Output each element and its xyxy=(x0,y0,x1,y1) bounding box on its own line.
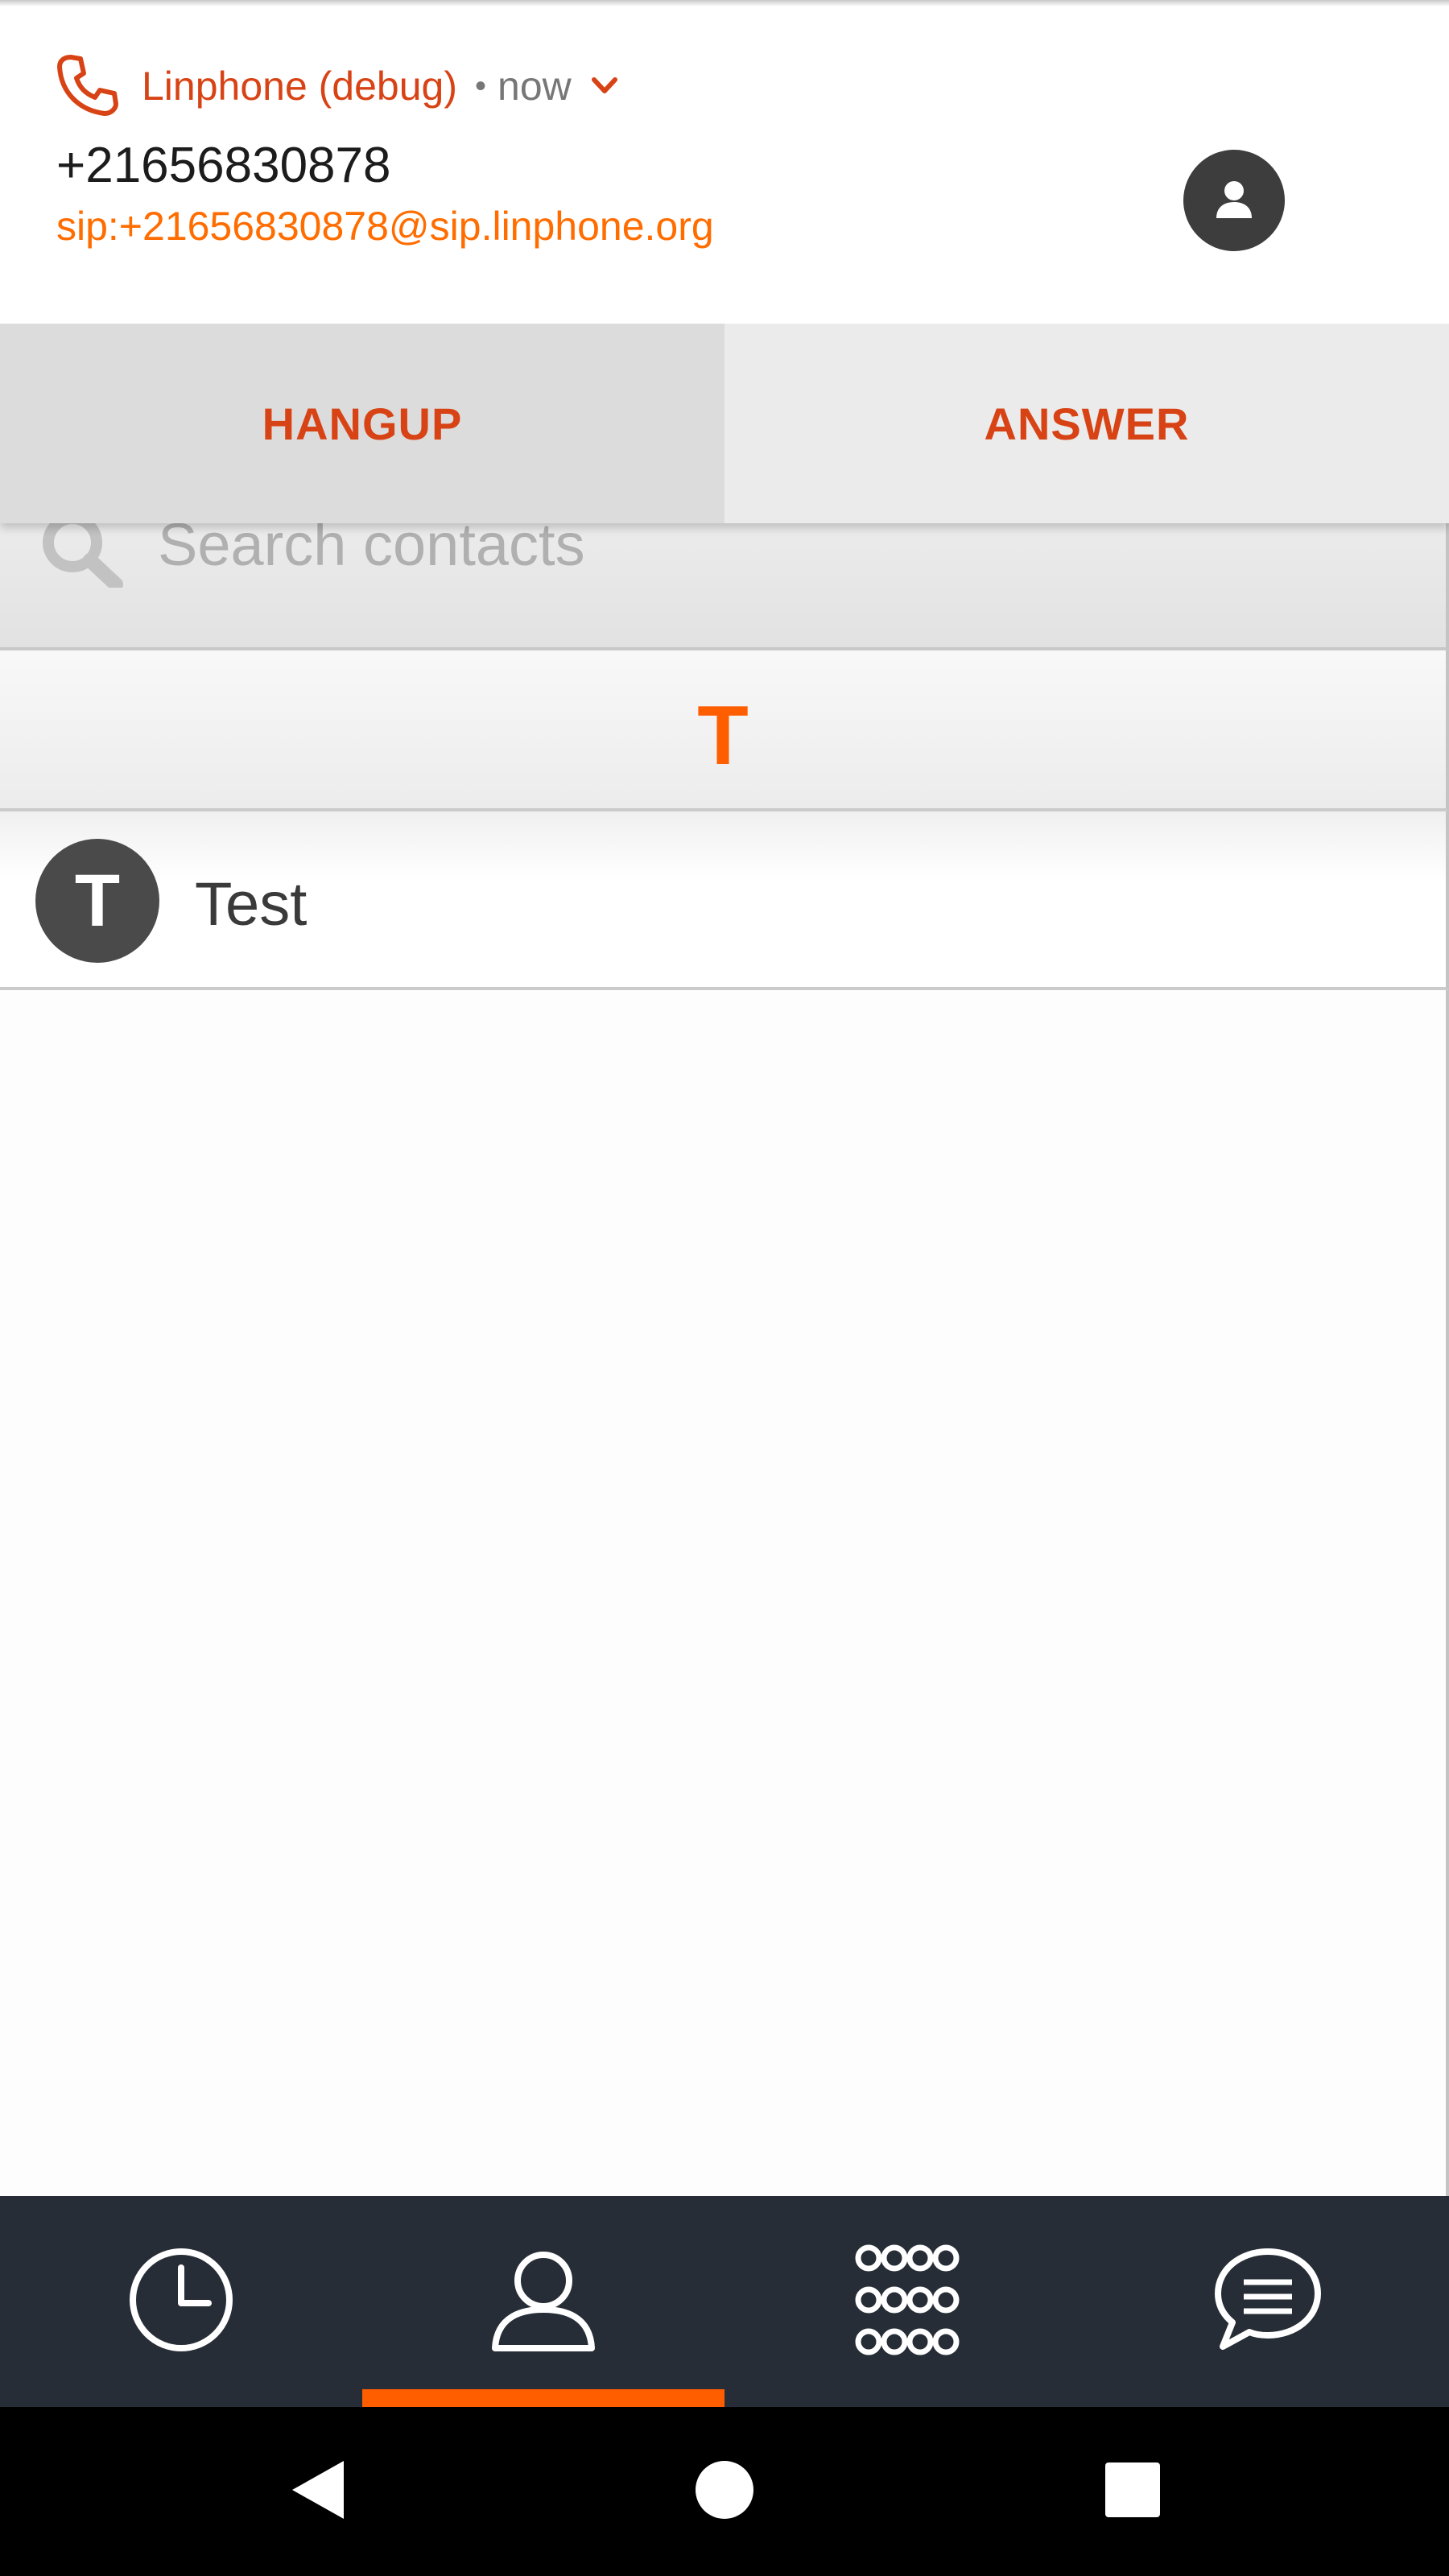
recents-icon xyxy=(1104,2461,1162,2523)
contact-avatar: T xyxy=(35,839,159,963)
incoming-call-notification[interactable]: Linphone (debug) • now +21656830878 sip:… xyxy=(0,0,1449,523)
contact-list-empty-area xyxy=(0,990,1449,2196)
contact-initial: T xyxy=(74,859,121,942)
contact-list-item[interactable]: T Test xyxy=(0,811,1449,990)
notification-app-name: Linphone (debug) xyxy=(142,64,457,109)
caller-number: +21656830878 xyxy=(56,138,391,193)
back-button[interactable] xyxy=(278,2451,358,2532)
tab-dialpad[interactable] xyxy=(724,2196,1087,2407)
dialpad-icon xyxy=(849,2244,962,2360)
bottom-tab-bar xyxy=(0,2196,1449,2407)
contacts-person-icon xyxy=(487,2244,600,2360)
caller-avatar xyxy=(1183,150,1285,251)
tab-history[interactable] xyxy=(0,2196,362,2407)
section-letter: T xyxy=(697,688,749,782)
home-icon xyxy=(692,2458,757,2526)
contact-name: Test xyxy=(195,870,308,939)
chevron-down-icon[interactable] xyxy=(591,76,618,96)
back-icon xyxy=(286,2458,350,2526)
notification-separator: • xyxy=(475,68,487,104)
caller-sip-address: sip:+21656830878@sip.linphone.org xyxy=(56,204,714,249)
active-tab-indicator xyxy=(362,2389,724,2407)
home-button[interactable] xyxy=(684,2451,765,2532)
system-navigation-bar xyxy=(0,2407,1449,2576)
notification-shadow xyxy=(0,0,1449,6)
notification-actions: HANGUP ANSWER xyxy=(0,324,1449,523)
phone-icon xyxy=(55,52,119,121)
history-clock-icon xyxy=(125,2244,237,2360)
hangup-button[interactable]: HANGUP xyxy=(0,324,724,523)
notification-header: Linphone (debug) • now xyxy=(55,50,618,122)
notification-time: now xyxy=(497,64,572,109)
answer-button[interactable]: ANSWER xyxy=(724,324,1449,523)
tab-chat[interactable] xyxy=(1087,2196,1449,2407)
recents-button[interactable] xyxy=(1092,2451,1173,2532)
person-icon xyxy=(1212,176,1257,225)
chat-bubble-icon xyxy=(1212,2244,1324,2360)
tab-contacts[interactable] xyxy=(362,2196,724,2407)
contacts-section-header: T xyxy=(0,650,1449,811)
